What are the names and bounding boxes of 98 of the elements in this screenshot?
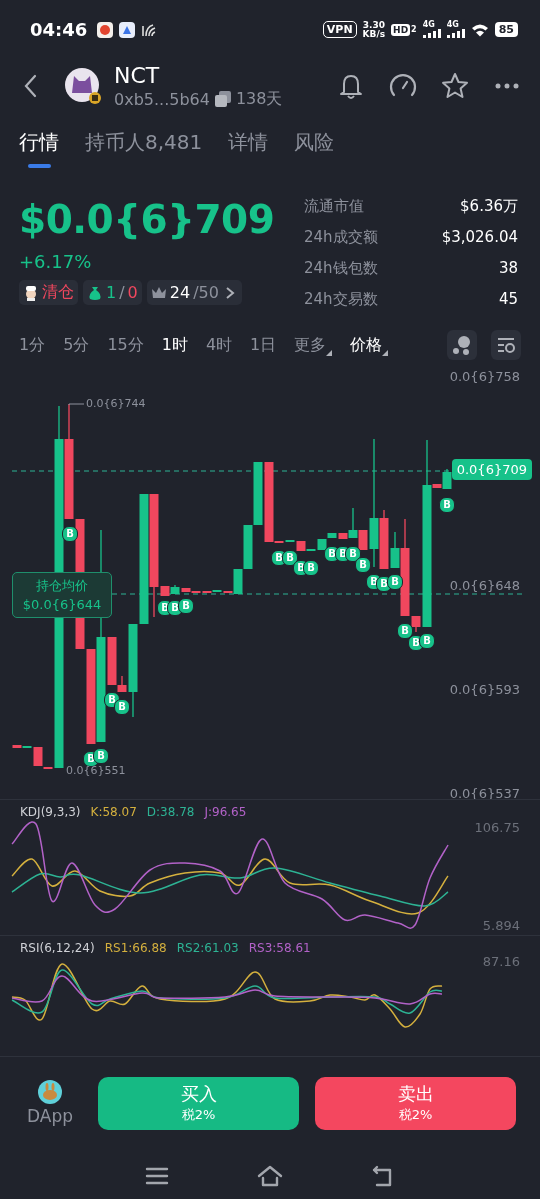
buy-marker: B: [178, 598, 194, 614]
sell-button[interactable]: 卖出 税2%: [315, 1076, 516, 1130]
chef-figure-icon: [23, 284, 39, 301]
dropdown-triangle-icon: [382, 349, 389, 356]
interval-tab[interactable]: 1时: [161, 334, 188, 356]
vpn-badge: VPN: [322, 21, 357, 38]
buy-marker: B: [93, 748, 109, 764]
indicator-value: J:96.65: [204, 805, 247, 819]
network-type: 4G: [422, 21, 435, 29]
wifi-icon: [470, 22, 489, 37]
interval-tab[interactable]: 1日: [250, 334, 277, 356]
stat-label: 24h交易数: [304, 289, 378, 310]
indicator-value: RS1:66.88: [104, 941, 167, 955]
rank-value: 24: [169, 283, 191, 302]
interval-tab[interactable]: 15分: [107, 334, 144, 356]
signal-icon: [446, 29, 465, 38]
settings-icon: [496, 335, 516, 355]
average-cost-title: 持仓均价: [35, 577, 89, 595]
buy-marker: B: [355, 557, 371, 573]
battery-level: 85: [494, 22, 518, 37]
candle: [253, 461, 263, 526]
interval-tab[interactable]: 5分: [63, 334, 90, 356]
buy-count: 1: [106, 283, 117, 302]
buy-sell-count-badge[interactable]: 1 / 0: [83, 280, 142, 305]
axis-label: 87.16: [482, 954, 520, 969]
indicator-name: RSI(6,12,24): [20, 941, 95, 955]
token-price: $0.0{6}709: [19, 197, 275, 243]
buy-marker: B: [282, 550, 298, 566]
high-price-label: 0.0{6}744: [86, 397, 146, 410]
indicator-value: D:38.78: [146, 805, 195, 819]
token-symbol: NCT: [114, 62, 161, 89]
tab[interactable]: 详情: [228, 129, 269, 156]
price-mode-dropdown[interactable]: 价格: [350, 334, 389, 356]
stat-label: 流通市值: [304, 196, 364, 217]
buy-marker: B: [397, 623, 413, 639]
stat-value: $6.36万: [460, 196, 518, 217]
signal-icon: [422, 29, 441, 38]
average-cost-value: $0.0{6}644: [21, 596, 103, 614]
buy-marker: B: [303, 560, 319, 576]
network-speed: 3.30: [362, 20, 385, 30]
home-icon[interactable]: [257, 1164, 283, 1188]
token-avatar: [64, 67, 102, 105]
star-icon[interactable]: [440, 71, 470, 101]
sell-count: 0: [127, 283, 138, 302]
indicator-value: K:58.07: [90, 805, 137, 819]
stat-value: 45: [498, 289, 518, 310]
speed-unit: KB/s: [362, 29, 386, 39]
axis-label: 0.0{6}537: [449, 786, 520, 801]
copy-icon[interactable]: [214, 91, 231, 107]
axis-label: 106.75: [474, 820, 520, 835]
bubbles-button[interactable]: [447, 330, 477, 360]
tab[interactable]: 风险: [294, 129, 335, 156]
stat-label: 24h钱包数: [304, 258, 378, 279]
tab[interactable]: 行情: [19, 129, 59, 156]
buy-marker: B: [345, 546, 361, 562]
network-type: 4G: [446, 21, 459, 29]
buy-marker: B: [419, 633, 435, 649]
low-price-label: 0.0{6}551: [66, 764, 126, 777]
axis-label: 5.894: [482, 918, 520, 933]
money-bag-icon: [87, 284, 103, 301]
indicator-value: RS3:58.61: [248, 941, 311, 955]
count-separator: /: [119, 283, 125, 302]
buy-marker: B: [114, 699, 130, 715]
tab-underline: [27, 164, 51, 168]
navigation-app-icon: [119, 21, 136, 38]
app-icon: [97, 21, 114, 38]
stat-value: $3,026.04: [441, 227, 518, 248]
dapp-button[interactable]: DApp: [24, 1080, 76, 1126]
interval-tab[interactable]: 1分: [19, 334, 46, 356]
clock-time: 04:46: [30, 19, 88, 40]
hd-badge: HD: [391, 23, 411, 36]
clear-position-badge[interactable]: 清仓: [19, 280, 78, 305]
striped-app-icon: [141, 21, 158, 38]
token-age: 138天: [235, 88, 283, 110]
interval-tab[interactable]: 4时: [205, 334, 233, 356]
indicator-name: KDJ(9,3,3): [20, 805, 81, 819]
price-change: +6.17%: [19, 251, 93, 272]
buy-marker: B: [387, 574, 403, 590]
rank-badge[interactable]: 24 /50: [146, 280, 242, 305]
more-dropdown[interactable]: 更多: [294, 334, 333, 356]
indicator-settings-button[interactable]: [491, 330, 521, 360]
buy-marker: B: [62, 526, 78, 542]
hd-subscript: 2: [411, 25, 417, 34]
bubbles-icon: [452, 335, 472, 355]
dropdown-triangle-icon: [326, 349, 333, 356]
axis-label: 0.0{6}758: [449, 369, 520, 384]
current-price-tag: 0.0{6}709: [451, 459, 532, 480]
axis-label: 0.0{6}593: [449, 682, 520, 697]
indicator-value: RS2:61.03: [176, 941, 239, 955]
tab[interactable]: 持币人8,481: [85, 129, 203, 156]
axis-label: 0.0{6}648: [449, 578, 520, 593]
leader-line: [68, 403, 85, 406]
rank-total: /50: [193, 283, 219, 302]
stat-value: 38: [498, 258, 518, 279]
bunny-icon: [38, 1080, 62, 1104]
buy-marker: B: [439, 497, 455, 513]
token-address: 0xb5...5b64: [114, 89, 210, 109]
stat-label: 24h成交额: [304, 227, 378, 248]
